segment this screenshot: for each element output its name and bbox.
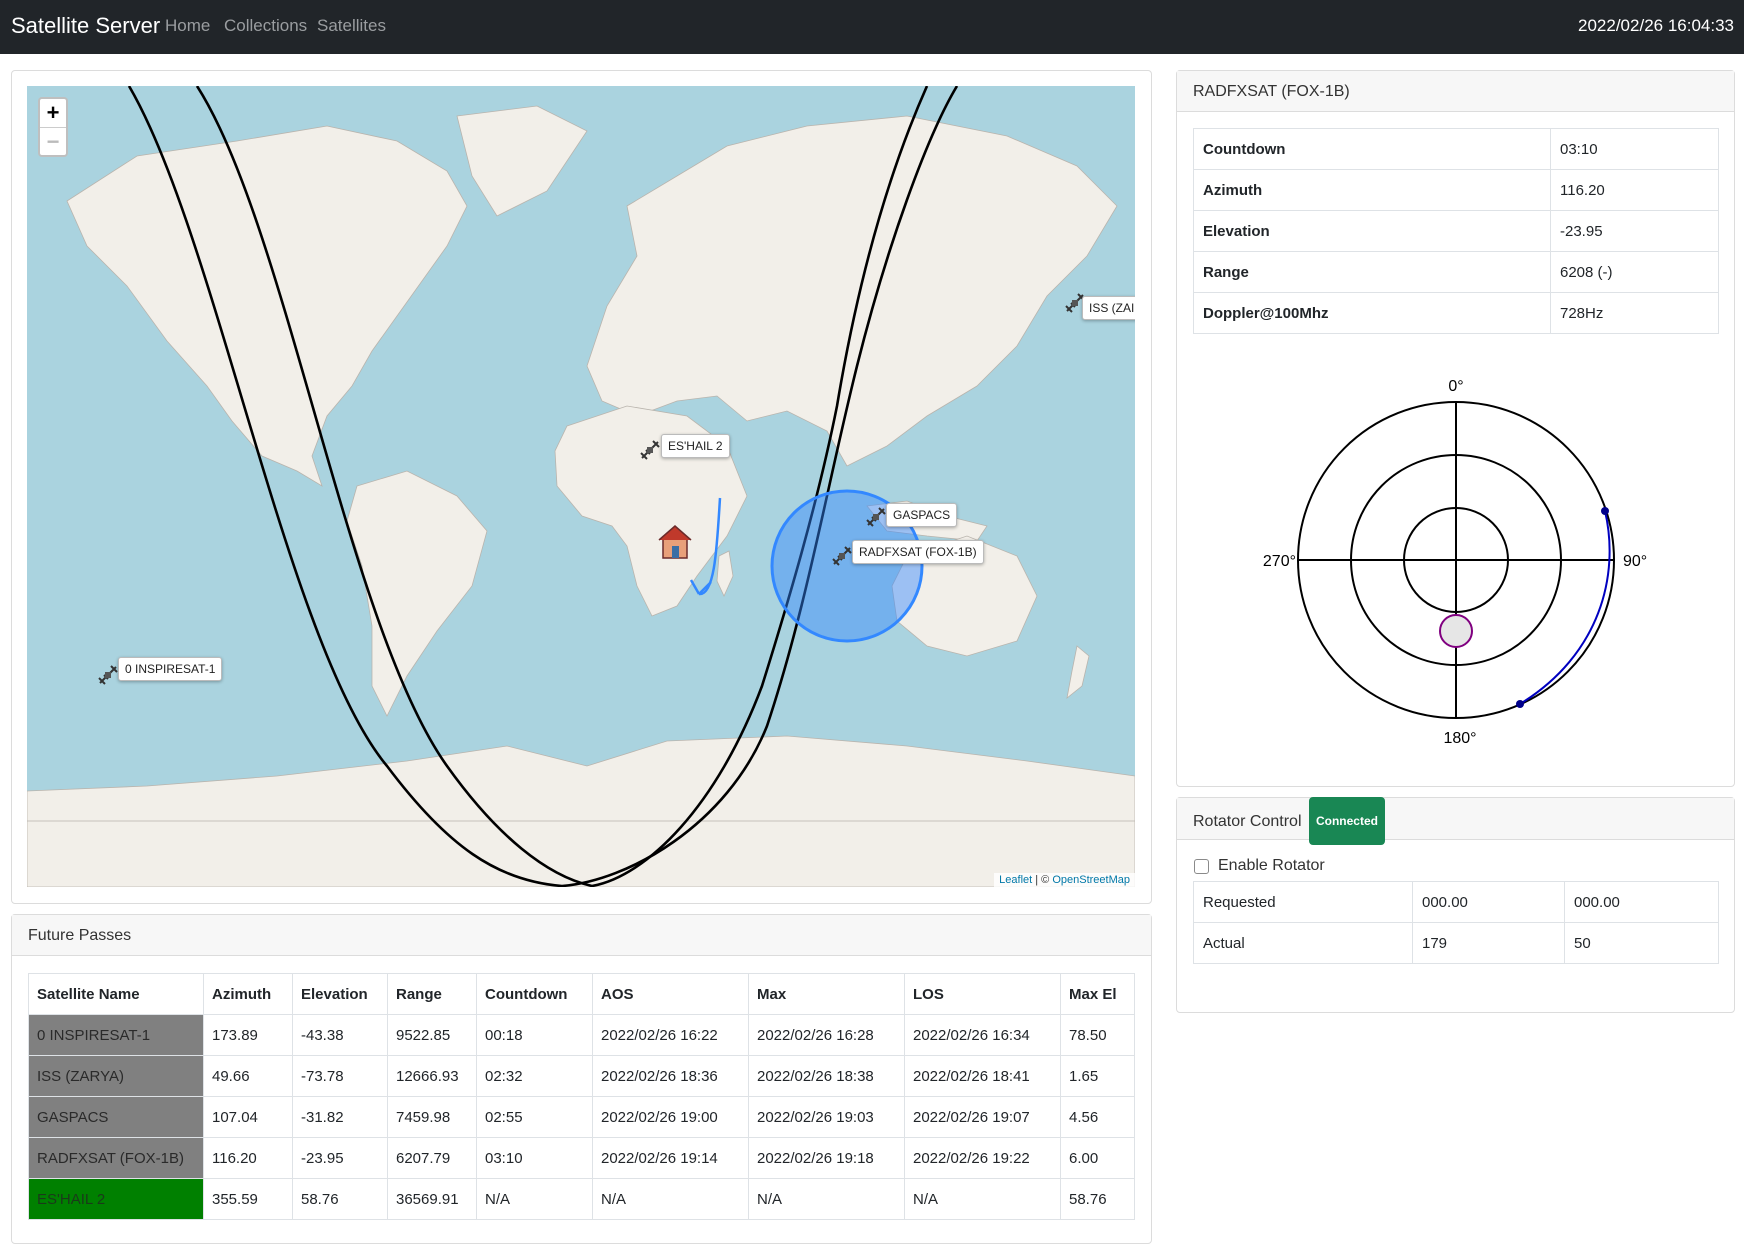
zoom-in-button[interactable]: + <box>40 99 66 127</box>
zoom-out-button[interactable]: − <box>40 127 66 155</box>
rotator-table: Requested 000.00 000.00 Actual 179 50 <box>1193 881 1719 964</box>
brand[interactable]: Satellite Server <box>11 13 160 39</box>
table-row: Actual 179 50 <box>1193 922 1719 964</box>
map-canvas[interactable] <box>27 86 1135 887</box>
table-row: Range 6208 (-) <box>1193 251 1719 293</box>
map-attribution: Leaflet | © OpenStreetMap <box>994 873 1135 887</box>
satellite-name-cell: RADFXSAT (FOX-1B) <box>28 1137 204 1179</box>
table-header-row: Satellite Name Azimuth Elevation Range C… <box>28 973 1135 1015</box>
satellite-icon[interactable] <box>865 506 887 528</box>
nav-collections[interactable]: Collections <box>224 16 307 36</box>
polar-plot: 0° 90° 180° 270° <box>1263 378 1647 747</box>
satellite-name-cell: ISS (ZARYA) <box>28 1055 204 1097</box>
satellite-name-cell: 0 INSPIRESAT-1 <box>28 1014 204 1056</box>
polar-label-south: 180° <box>1443 730 1476 747</box>
leaflet-link[interactable]: Leaflet <box>999 874 1032 886</box>
greenland <box>456 105 588 217</box>
antarctic-strip <box>27 820 1135 887</box>
los-point <box>1516 700 1524 708</box>
table-row[interactable]: 0 INSPIRESAT-1 173.89 -43.38 9522.85 00:18 20… <box>28 1014 1135 1056</box>
enable-rotator-checkbox[interactable] <box>1194 859 1209 874</box>
land-masses <box>27 105 1135 887</box>
clock: 2022/02/26 16:04:33 <box>1578 16 1734 35</box>
osm-link[interactable]: OpenStreetMap <box>1052 874 1130 886</box>
table-row[interactable]: ES'HAIL 2 355.59 58.76 36569.91 N/A N/A N/A N/A… <box>28 1178 1135 1220</box>
nav-satellites[interactable]: Satellites <box>317 16 386 36</box>
table-row[interactable]: RADFXSAT (FOX-1B) 116.20 -23.95 6207.79 03:1… <box>28 1137 1135 1179</box>
nav-home[interactable]: Home <box>165 16 210 36</box>
table-row: Countdown 03:10 <box>1193 128 1719 170</box>
status-badge: Connected <box>1308 797 1385 845</box>
table-row[interactable]: GASPACS 107.04 -31.82 7459.98 02:55 2022/02/2… <box>28 1096 1135 1138</box>
table-row: Doppler@100Mhz 728Hz <box>1193 292 1719 334</box>
rotator-header: Rotator Control Connected <box>1177 797 1734 845</box>
future-passes-title: Future Passes <box>12 915 1151 956</box>
satellite-info-table: Countdown 03:10 Azimuth 116.20 Elevation -2… <box>1193 128 1719 334</box>
polar-label-east: 90° <box>1623 553 1647 570</box>
navbar: Satellite Server Home Collections Satell… <box>0 0 1744 54</box>
sat-label-radfxsat[interactable]: RADFXSAT (FOX-1B) <box>852 540 984 564</box>
sat-label-inspiresat[interactable]: 0 INSPIRESAT-1 <box>118 657 223 681</box>
table-row: Requested 000.00 000.00 <box>1193 881 1719 923</box>
new-zealand <box>1066 645 1090 699</box>
enable-rotator-label[interactable]: Enable Rotator <box>1218 857 1325 875</box>
table-row: Elevation -23.95 <box>1193 210 1719 252</box>
table-row[interactable]: ISS (ZARYA) 49.66 -73.78 12666.93 02:32 2022/… <box>28 1055 1135 1097</box>
future-passes-table: Satellite Name Azimuth Elevation Range C… <box>28 973 1135 1220</box>
sat-label-gaspacs[interactable]: GASPACS <box>886 503 958 527</box>
rotator-position-marker <box>1439 614 1473 648</box>
polar-label-west: 270° <box>1263 553 1296 570</box>
madagascar <box>716 550 734 597</box>
satellite-icon[interactable] <box>97 664 119 686</box>
satellite-icon[interactable] <box>639 439 661 461</box>
aos-point <box>1601 507 1609 515</box>
polar-label-north: 0° <box>1448 378 1463 395</box>
satellite-icon[interactable] <box>831 545 853 567</box>
table-row: Azimuth 116.20 <box>1193 169 1719 211</box>
zoom-control: + − <box>38 97 68 157</box>
sat-label-eshail[interactable]: ES'HAIL 2 <box>661 434 730 458</box>
sat-label-iss[interactable]: ISS (ZAI <box>1082 296 1135 320</box>
satellite-map[interactable]: + − ISS (ZAI ES'HAIL 2 GASPACS RADFXSAT … <box>27 86 1135 887</box>
rotator-title: Rotator Control <box>1193 813 1302 830</box>
north-america <box>66 125 468 487</box>
satellite-detail-title: RADFXSAT (FOX-1B) <box>1177 71 1734 112</box>
satellite-name-cell: ES'HAIL 2 <box>28 1178 204 1220</box>
satellite-name-cell: GASPACS <box>28 1096 204 1138</box>
